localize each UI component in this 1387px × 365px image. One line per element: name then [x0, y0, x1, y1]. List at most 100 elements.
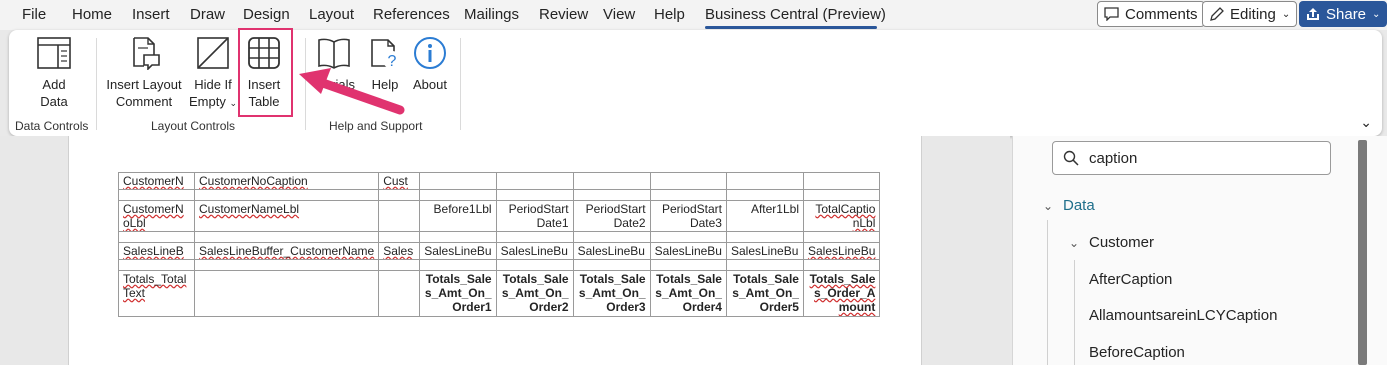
tab-insert[interactable]: Insert: [132, 6, 170, 23]
table-cell[interactable]: [193, 270, 380, 317]
tab-design[interactable]: Design: [243, 6, 290, 23]
table-cell[interactable]: CustomerNameLbl: [193, 200, 380, 232]
tree-leaf-beforecaption[interactable]: BeforeCaption: [1089, 344, 1185, 361]
table-cell[interactable]: SalesLineB: [118, 242, 195, 260]
search-input[interactable]: caption: [1052, 141, 1331, 175]
table-cell[interactable]: [118, 259, 195, 271]
table-cell[interactable]: [572, 259, 651, 271]
table-cell[interactable]: [118, 231, 195, 243]
insert-layout-comment-label-2: Comment: [115, 94, 173, 109]
table-row: CustomerN CustomerNoCaption Cust: [118, 172, 881, 190]
table-cell[interactable]: CustomerNoCaption: [193, 172, 380, 190]
table-cell[interactable]: After1Lbl: [725, 200, 804, 232]
table-cell[interactable]: PeriodStart Date1: [495, 200, 574, 232]
table-cell[interactable]: Totals_Sale s_Amt_On_ Order3: [572, 270, 651, 317]
table-cell[interactable]: SalesLineBu: [725, 242, 804, 260]
table-cell[interactable]: SalesLineBuffer_CustomerName: [193, 242, 380, 260]
table-cell[interactable]: SalesLineBu: [572, 242, 651, 260]
tab-help[interactable]: Help: [654, 6, 685, 23]
table-cell[interactable]: CustomerN oLbl: [118, 200, 195, 232]
table-cell[interactable]: TotalCaptio nLbl: [802, 200, 881, 232]
tab-review[interactable]: Review: [539, 6, 588, 23]
table-cell[interactable]: [572, 231, 651, 243]
table-cell[interactable]: [802, 231, 881, 243]
table-cell[interactable]: [193, 259, 380, 271]
active-tab-underline: [705, 26, 877, 29]
table-cell[interactable]: Sales: [378, 242, 421, 260]
tab-file[interactable]: File: [22, 6, 46, 23]
table-cell[interactable]: SalesLineBu: [419, 242, 497, 260]
tree-leaf-aftercaption[interactable]: AfterCaption: [1089, 271, 1172, 288]
tab-layout[interactable]: Layout: [309, 6, 354, 23]
share-button[interactable]: Share ⌄: [1299, 1, 1387, 27]
about-button[interactable]: About: [409, 36, 451, 93]
table-cell[interactable]: [193, 189, 380, 201]
table-cell[interactable]: SalesLineBu: [495, 242, 574, 260]
table-cell[interactable]: [419, 189, 497, 201]
collapse-ribbon-chevron-icon[interactable]: ⌄: [1360, 114, 1372, 131]
group-label-data-controls: Data Controls: [15, 119, 89, 133]
tab-references[interactable]: References: [373, 6, 450, 23]
search-value: caption: [1089, 149, 1138, 167]
table-cell[interactable]: [725, 231, 804, 243]
table-cell[interactable]: [572, 189, 651, 201]
table-cell[interactable]: Totals_Total Text: [118, 270, 195, 317]
table-cell[interactable]: CustomerN: [118, 172, 195, 190]
table-cell[interactable]: [649, 172, 727, 190]
tab-draw[interactable]: Draw: [190, 6, 225, 23]
table-cell[interactable]: [378, 189, 421, 201]
table-cell[interactable]: [378, 231, 421, 243]
table-cell[interactable]: Before1Lbl: [419, 200, 497, 232]
report-layout-table[interactable]: CustomerN CustomerNoCaption Cust Custome…: [118, 172, 881, 317]
comments-button[interactable]: Comments: [1097, 1, 1205, 27]
table-cell[interactable]: [802, 259, 881, 271]
pane-scrollbar[interactable]: [1358, 140, 1367, 365]
tree-node-customer[interactable]: ⌄ Customer: [1069, 234, 1154, 251]
table-cell[interactable]: Totals_Sale s_Amt_On_ Order2: [495, 270, 574, 317]
tab-home[interactable]: Home: [72, 6, 112, 23]
table-cell[interactable]: [495, 259, 574, 271]
tab-mailings[interactable]: Mailings: [464, 6, 519, 23]
table-cell[interactable]: [802, 172, 881, 190]
table-cell[interactable]: [378, 270, 421, 317]
table-cell[interactable]: [419, 231, 497, 243]
tree-node-data[interactable]: ⌄ Data: [1043, 197, 1095, 214]
table-cell[interactable]: [193, 231, 380, 243]
table-cell[interactable]: [649, 259, 727, 271]
table-cell[interactable]: [725, 172, 804, 190]
insert-layout-comment-button[interactable]: Insert Layout Comment: [105, 36, 183, 110]
table-cell[interactable]: [495, 189, 574, 201]
about-label: About: [413, 77, 447, 92]
table-cell[interactable]: [725, 189, 804, 201]
pencil-icon: [1210, 6, 1224, 21]
table-cell[interactable]: [725, 259, 804, 271]
table-cell[interactable]: [572, 172, 651, 190]
table-cell[interactable]: [495, 172, 574, 190]
table-row: Totals_Total Text Totals_Sale s_Amt_On_ …: [118, 270, 881, 317]
tree-leaf-allamountsareinlcycaption[interactable]: AllamountsareinLCYCaption: [1089, 307, 1277, 324]
table-cell[interactable]: [419, 259, 497, 271]
table-cell[interactable]: [378, 200, 421, 232]
table-cell[interactable]: SalesLineBu: [802, 242, 881, 260]
table-cell[interactable]: [378, 259, 421, 271]
table-cell[interactable]: [419, 172, 497, 190]
hide-if-empty-button[interactable]: Hide If Empty ⌄: [189, 36, 237, 112]
table-cell[interactable]: [649, 189, 727, 201]
table-cell[interactable]: Cust: [378, 172, 421, 190]
table-cell[interactable]: PeriodStart Date2: [572, 200, 651, 232]
editing-button[interactable]: Editing ⌄: [1202, 1, 1298, 27]
table-cell[interactable]: SalesLineBu: [649, 242, 727, 260]
table-cell[interactable]: [802, 189, 881, 201]
table-cell[interactable]: [495, 231, 574, 243]
add-data-button[interactable]: Add Data: [27, 36, 81, 110]
table-cell[interactable]: Totals_Sale s_Amt_On_ Order4: [649, 270, 727, 317]
table-cell[interactable]: PeriodStart Date3: [649, 200, 727, 232]
table-cell[interactable]: Totals_Sale s_Amt_On_ Order1: [419, 270, 497, 317]
table-cell[interactable]: Totals_Sale s_Amt_On_ Order5: [725, 270, 804, 317]
tab-view[interactable]: View: [603, 6, 635, 23]
tab-business-central[interactable]: Business Central (Preview): [705, 6, 886, 23]
table-cell[interactable]: [118, 189, 195, 201]
table-cell[interactable]: [649, 231, 727, 243]
ribbon-separator: [96, 38, 97, 130]
table-cell[interactable]: Totals_Sale s_Order_A mount: [802, 270, 881, 317]
